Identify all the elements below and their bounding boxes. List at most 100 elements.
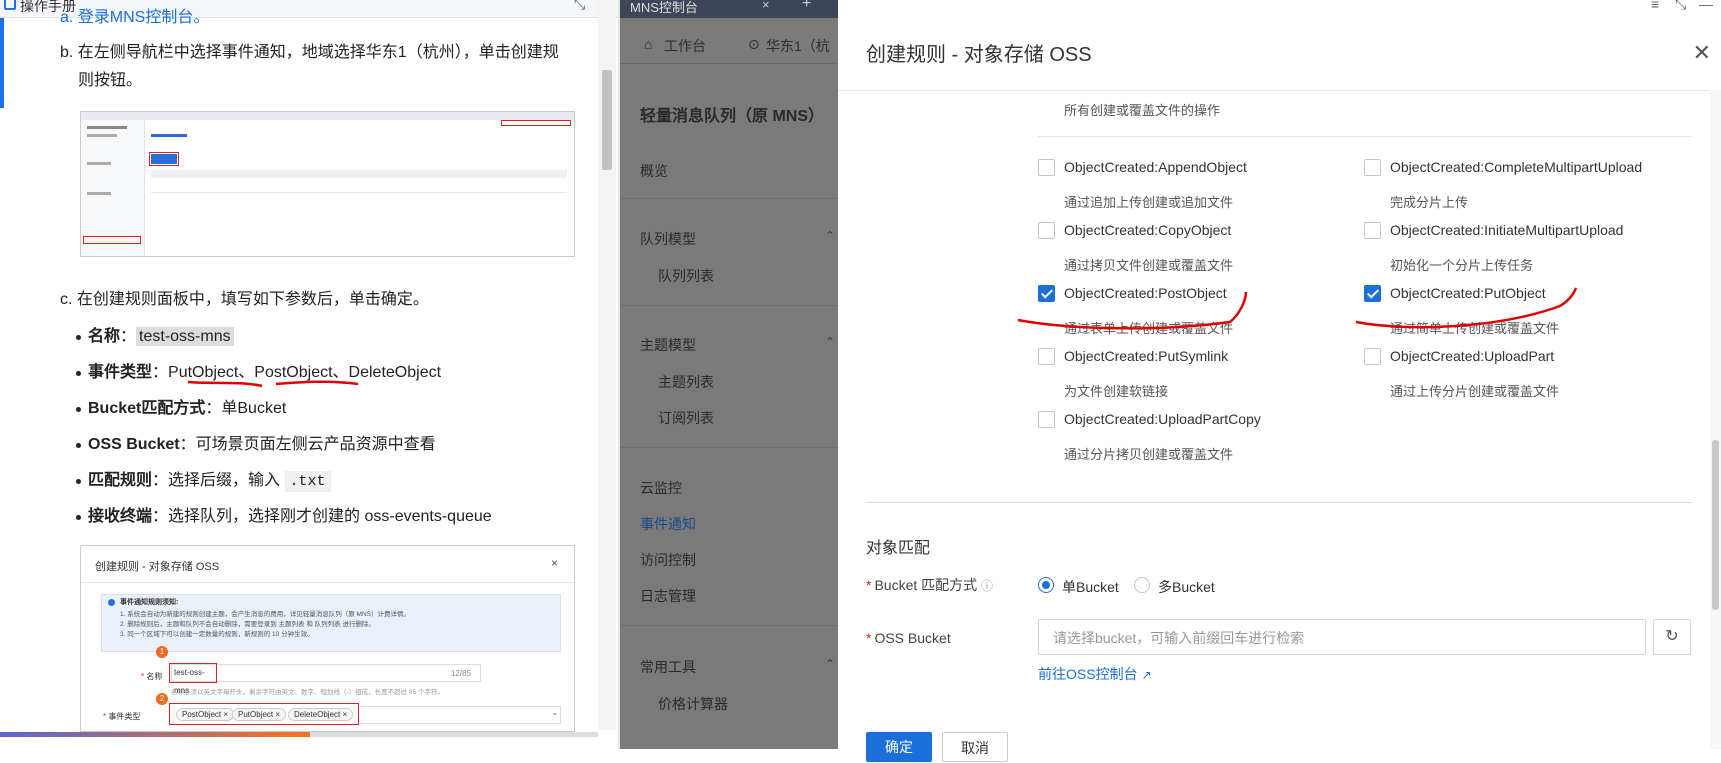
checkbox-complete-multipart[interactable]	[1364, 159, 1381, 176]
cancel-button[interactable]: 取消	[942, 732, 1008, 762]
chevron-up-icon[interactable]: ⌃	[825, 335, 835, 349]
bullet-oss-bucket: OSS Bucket：可场景页面左侧云产品资源中查看	[76, 433, 436, 457]
collapse-icon[interactable]: ⤡	[1675, 0, 1686, 13]
radio-single-bucket[interactable]	[1038, 577, 1054, 593]
chevron-up-icon[interactable]: ⌃	[825, 229, 835, 243]
thumb2-notice: 事件通知规则须知: 1. 系统会自动为新建的规则创建主题，会产生消息的费用，详见…	[101, 594, 561, 652]
nav-cloud-monitor[interactable]: 云监控	[640, 478, 682, 498]
thumb2-name-value: test-oss-mns	[169, 663, 217, 695]
step-c: c. 在创建规则面板中，填写如下参数后，单击确定。	[60, 291, 429, 308]
event-desc: 通过追加上传创建或追加文件	[1064, 195, 1234, 210]
checkbox-copy-object[interactable]	[1038, 222, 1055, 239]
console-sidebar: MNS控制台 × + ⌂ 工作台 ⊙ 华东1（杭 轻量消息队列（原 MNS） 概…	[620, 0, 838, 749]
event-label: ObjectCreated:PostObject	[1064, 285, 1227, 301]
product-title: 轻量消息队列（原 MNS）	[640, 108, 825, 125]
label-multi-bucket[interactable]: 多Bucket	[1158, 577, 1215, 597]
notice-title: 事件通知规则须知:	[120, 599, 179, 606]
doc-pane: 操作手册 ⤡ — a. 登录MNS控制台。 b. 在左侧导航栏中选择事件通知，地…	[0, 0, 620, 749]
bucket-select-input[interactable]: 请选择bucket，可输入前缀回车进行检索	[1038, 619, 1646, 655]
browser-tab-bar: MNS控制台 × +	[620, 0, 838, 18]
event-desc: 通过表单上传创建或覆盖文件	[1064, 321, 1234, 336]
thumb2-close-icon: ×	[551, 556, 559, 570]
section-object-match: 对象匹配	[866, 540, 931, 557]
nav-topic-model[interactable]: 主题模型	[640, 335, 696, 355]
nav-sub-list[interactable]: 订阅列表	[658, 408, 714, 428]
thumb2-title: 创建规则 - 对象存储 OSS	[95, 561, 220, 573]
event-label: ObjectCreated:InitiateMultipartUpload	[1390, 222, 1624, 238]
nav-log-mgmt[interactable]: 日志管理	[640, 586, 696, 606]
reading-progress	[0, 732, 598, 737]
nav-tools[interactable]: 常用工具	[640, 657, 696, 677]
bullet-event-type: 事件类型：PutObject、PostObject、DeleteObject	[75, 361, 441, 385]
notice-line-1: 1. 系统会自动为新建的规则创建主题，会产生消息的费用，详见轻量消息队列（原 M…	[120, 611, 410, 618]
event-label: ObjectCreated:PutSymlink	[1064, 348, 1229, 364]
label-single-bucket[interactable]: 单Bucket	[1062, 577, 1119, 597]
minimize-icon[interactable]: —	[1699, 0, 1713, 12]
checkbox-initiate-multipart[interactable]	[1364, 222, 1381, 239]
new-tab-icon[interactable]: +	[802, 0, 811, 13]
event-label: ObjectCreated:UploadPart	[1390, 348, 1555, 364]
bullet-match-rule: 匹配规则：选择后缀，输入 .txt	[76, 469, 331, 494]
help-icon: ⓘ	[981, 579, 994, 593]
panel-scrollbar[interactable]	[1710, 90, 1721, 749]
bullet-name: 名称： test-oss-mns	[76, 325, 234, 349]
event-label: ObjectCreated:AppendObject	[1064, 159, 1247, 175]
active-indicator	[0, 18, 4, 108]
event-desc: 初始化一个分片上传任务	[1390, 258, 1534, 273]
chevron-up-icon[interactable]: ⌃	[825, 657, 835, 671]
collapse-icon[interactable]: ⤡	[574, 0, 585, 13]
notice-line-3: 3. 同一个区域下可以创建一定数量的规则，新规则的 10 分钟生效。	[120, 631, 314, 638]
event-label: ObjectCreated:PutObject	[1390, 285, 1546, 301]
event-label: ObjectCreated:CompleteMultipartUpload	[1390, 159, 1643, 175]
event-label: ObjectCreated:UploadPartCopy	[1064, 411, 1261, 427]
event-desc: 通过简单上传创建或覆盖文件	[1390, 321, 1560, 336]
close-icon[interactable]: ✕	[1693, 40, 1711, 66]
checkbox-post-object[interactable]	[1038, 285, 1055, 302]
event-desc: 为文件创建软链接	[1064, 384, 1169, 399]
confirm-button[interactable]: 确定	[866, 732, 932, 762]
doc-scrollbar[interactable]	[598, 0, 616, 730]
external-link-icon: ↗	[1141, 668, 1152, 682]
info-icon	[108, 599, 115, 606]
window-controls: ≡ ⤡ —	[1641, 0, 1721, 18]
thumb2-name-count: 12/85	[451, 669, 472, 678]
checkbox-put-symlink[interactable]	[1038, 348, 1055, 365]
crumb-home[interactable]: 工作台	[664, 36, 706, 56]
checkbox-append-object[interactable]	[1038, 159, 1055, 176]
checkbox-upload-part-copy[interactable]	[1038, 411, 1055, 428]
event-label: ObjectCreated:CopyObject	[1064, 222, 1232, 238]
event-desc: 通过分片拷贝创建或覆盖文件	[1064, 447, 1234, 462]
goto-oss-link[interactable]: 前往OSS控制台 ↗	[1038, 664, 1152, 684]
crumb-region[interactable]: 华东1（杭	[766, 36, 830, 56]
checkbox-put-object[interactable]	[1364, 285, 1381, 302]
console-topnav: ⌂ 工作台 ⊙ 华东1（杭	[620, 28, 838, 64]
create-rule-panel: ≡ ⤡ — 创建规则 - 对象存储 OSS ✕ 所有创建或覆盖文件的操作 Obj…	[838, 0, 1721, 762]
home-icon: ⌂	[644, 36, 653, 52]
nav-overview[interactable]: 概览	[640, 161, 668, 181]
book-icon	[4, 0, 16, 10]
event-desc: 通过拷贝文件创建或覆盖文件	[1064, 258, 1234, 273]
radio-multi-bucket[interactable]	[1134, 577, 1150, 593]
nav-price-calc[interactable]: 价格计算器	[658, 694, 728, 714]
thumb2-name-input	[171, 664, 481, 682]
refresh-icon[interactable]: ↻	[1653, 619, 1691, 655]
checkbox-upload-part[interactable]	[1364, 348, 1381, 365]
bullet-receiver: 接收终端：选择队列，选择刚才创建的 oss-events-queue	[76, 505, 492, 529]
step-a[interactable]: a. 登录MNS控制台。	[60, 4, 209, 32]
notice-line-2: 2. 删除规则后，主题和队列不会自动删除，需要登录到 主题列表 和 队列列表 进…	[120, 621, 375, 628]
nav-event-notify[interactable]: 事件通知	[640, 514, 696, 534]
screenshot-thumbnail-nav	[80, 111, 575, 257]
tab-mns-console[interactable]: MNS控制台	[630, 0, 698, 16]
nav-queue-list[interactable]: 队列列表	[658, 266, 714, 286]
bullet-bucket-mode: Bucket匹配方式：单Bucket	[75, 397, 286, 421]
nav-queue-model[interactable]: 队列模型	[640, 229, 696, 249]
thumb2-chevron-icon: ⌄	[551, 707, 559, 717]
nav-access-control[interactable]: 访问控制	[640, 550, 696, 570]
step-b-line2: 则按钮。	[78, 72, 143, 89]
nav-topic-list[interactable]: 主题列表	[658, 372, 714, 392]
menu-icon[interactable]: ≡	[1651, 0, 1659, 12]
thumb2-tags-box: PostObject × PutObject × DeleteObject ×	[169, 703, 359, 725]
thumb2-event-label: * 事件类型	[103, 712, 141, 721]
tab-close-icon[interactable]: ×	[762, 0, 770, 12]
panel-title: 创建规则 - 对象存储 OSS	[866, 44, 1092, 66]
